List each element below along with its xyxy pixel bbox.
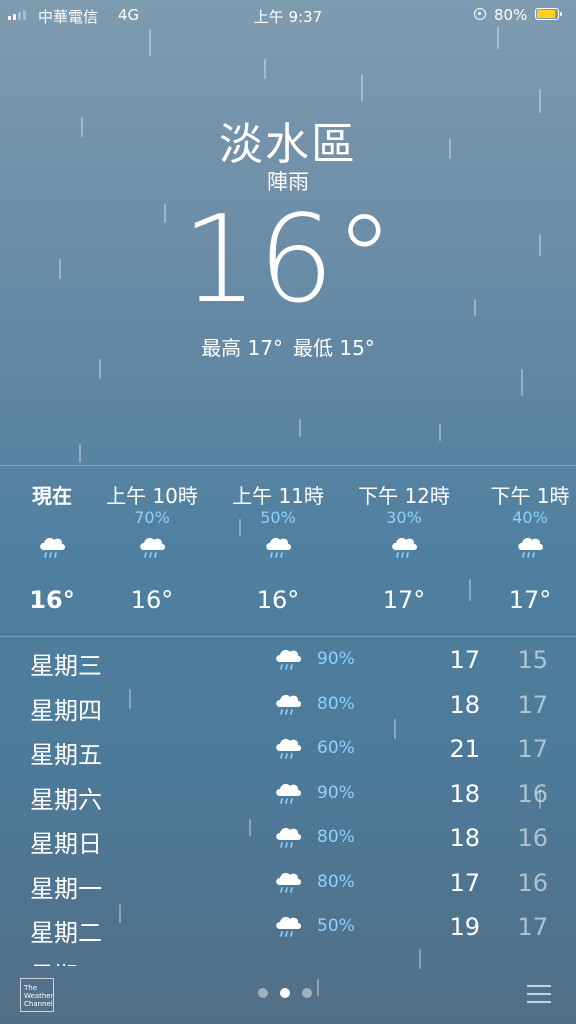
rain-cloud-icon (389, 534, 419, 560)
rain-cloud-icon (273, 913, 303, 939)
day-name: 星期五 (30, 741, 102, 769)
high-temperature: 18 (449, 691, 480, 719)
precip-chance: 80% (317, 827, 355, 847)
page-dot-active[interactable] (280, 988, 290, 998)
low-temperature: 16 (517, 780, 548, 808)
precip-chance: 70% (134, 508, 170, 527)
hour-label: 下午 12時 (358, 484, 450, 508)
status-bar: 中華電信 4G 上午 9:37 80% (0, 0, 576, 30)
page-dot[interactable] (258, 988, 268, 998)
day-name: 星期一 (30, 875, 102, 903)
rain-cloud-icon (137, 534, 167, 560)
low-temperature: 最低 15° (293, 336, 375, 360)
day-name: 星期四 (30, 697, 102, 725)
rain-cloud-icon (515, 534, 545, 560)
rain-cloud-icon (273, 646, 303, 672)
day-name: 星期三 (30, 652, 102, 680)
precip-chance: 50% (260, 508, 296, 527)
daily-forecast-row: 星期三 90% 17 15 (0, 640, 576, 684)
precip-chance: 90% (317, 649, 355, 669)
daily-forecast-row: 星期四 80% 18 17 (0, 685, 576, 729)
rain-cloud-icon (37, 534, 67, 560)
low-temperature: 17 (517, 735, 548, 763)
daily-forecast-row: 星期六 90% 18 16 (0, 774, 576, 818)
rain-cloud-icon (273, 691, 303, 717)
hour-temperature: 16° (130, 586, 174, 614)
low-temperature: 15 (517, 646, 548, 674)
high-temperature: 最高 17° (201, 336, 283, 360)
precip-chance: 40% (512, 508, 548, 527)
weather-channel-logo[interactable]: The Weather Channel (20, 978, 54, 1012)
battery-icon (535, 8, 562, 20)
precip-chance: 80% (317, 872, 355, 892)
low-temperature: 16 (517, 869, 548, 897)
low-temperature: 16 (517, 824, 548, 852)
daily-forecast-row: 星期五 60% 21 17 (0, 729, 576, 773)
day-name: 星期六 (30, 786, 102, 814)
hour-temperature: 16° (256, 586, 300, 614)
rain-cloud-icon (273, 780, 303, 806)
high-temperature: 18 (449, 780, 480, 808)
hour-label: 上午 10時 (106, 484, 198, 508)
rain-cloud-icon (273, 735, 303, 761)
hour-temperature: 17° (508, 586, 552, 614)
status-time: 上午 9:37 (253, 8, 323, 26)
rain-cloud-icon (273, 869, 303, 895)
precip-chance: 30% (386, 508, 422, 527)
bottom-toolbar: The Weather Channel (0, 964, 576, 1024)
precip-chance: 60% (317, 738, 355, 758)
daily-forecast-row: 星期日 80% 18 16 (0, 818, 576, 862)
daily-forecast-row: 星期一 80% 17 16 (0, 863, 576, 907)
high-temperature: 17 (449, 869, 480, 897)
high-temperature: 17 (449, 646, 480, 674)
rain-cloud-icon (263, 534, 293, 560)
hour-label: 下午 1時 (490, 484, 570, 508)
page-dot[interactable] (302, 988, 312, 998)
high-temperature: 19 (449, 913, 480, 941)
low-temperature: 17 (517, 913, 548, 941)
precip-chance: 90% (317, 783, 355, 803)
orientation-lock-icon (474, 8, 486, 20)
hour-temperature: 17° (382, 586, 426, 614)
precip-chance: 80% (317, 694, 355, 714)
precip-chance: 50% (317, 916, 355, 936)
hour-label: 現在 (32, 484, 72, 508)
hourly-forecast[interactable]: 現在 16° 上午 10時 70% 16° 上午 11時 50% 16° 下午 … (0, 465, 576, 637)
hour-temperature: 16° (29, 586, 75, 614)
city-name: 淡水區 (219, 119, 357, 170)
city-list-icon[interactable] (527, 985, 551, 1003)
page-indicator[interactable] (258, 988, 312, 998)
day-name: 星期二 (30, 919, 102, 947)
high-temperature: 21 (449, 735, 480, 763)
hour-label: 上午 11時 (232, 484, 324, 508)
daily-forecast-row: 星期二 50% 19 17 (0, 907, 576, 951)
low-temperature: 17 (517, 691, 548, 719)
high-low-temperature: 最高 17° 最低 15° (0, 332, 576, 361)
rain-cloud-icon (273, 824, 303, 850)
battery-percentage: 80% (494, 6, 528, 24)
high-temperature: 18 (449, 824, 480, 852)
day-name: 星期日 (30, 830, 102, 858)
current-temperature: 16° (181, 191, 395, 330)
